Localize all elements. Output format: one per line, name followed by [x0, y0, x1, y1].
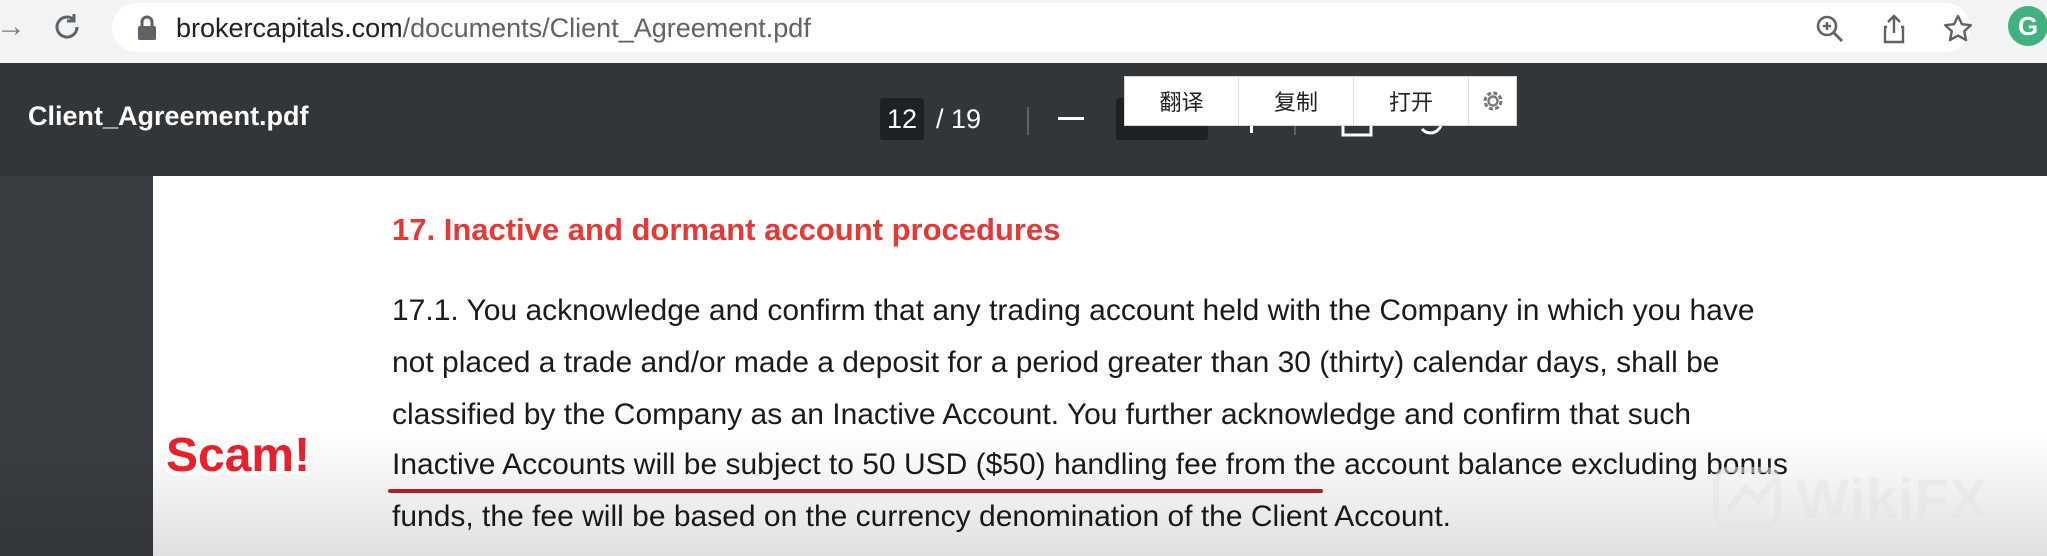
page-number-input[interactable]: 12 — [880, 98, 924, 140]
paragraph-line: 17.1. You acknowledge and confirm that a… — [392, 294, 1755, 327]
copy-button[interactable]: 复制 — [1239, 77, 1354, 125]
paragraph-line: Inactive Accounts will be subject to 50 … — [392, 448, 1788, 481]
scam-label: Scam! — [166, 429, 311, 482]
lock-icon[interactable] — [136, 15, 158, 41]
document-title: Client_Agreement.pdf — [28, 101, 309, 131]
browser-toolbar: → brokercapitals.com/documents/Client_Ag… — [0, 0, 2047, 63]
viewer-background — [0, 176, 153, 556]
zoom-out-icon[interactable] — [1058, 117, 1084, 120]
toolbar-divider — [1027, 107, 1029, 135]
share-icon[interactable] — [1878, 13, 1910, 45]
selection-context-menu: 翻译 复制 打开 — [1124, 76, 1517, 126]
wikifx-logo-icon — [1713, 467, 1781, 529]
page-total: / 19 — [936, 104, 982, 134]
paragraph-line: not placed a trade and/or made a deposit… — [392, 346, 1720, 379]
pdf-toolbar: Client_Agreement.pdf 12 / 19 — [0, 63, 2047, 176]
url-path: /documents/Client_Agreement.pdf — [402, 13, 811, 43]
translate-button[interactable]: 翻译 — [1125, 77, 1239, 125]
paragraph-line: classified by the Company as an Inactive… — [392, 398, 1692, 431]
highlight-underline — [388, 489, 1323, 493]
url-text[interactable]: brokercapitals.com/documents/Client_Agre… — [176, 11, 811, 45]
address-bar[interactable]: brokercapitals.com/documents/Client_Agre… — [112, 3, 1972, 52]
bookmark-star-icon[interactable] — [1942, 13, 1974, 45]
watermark-text: WikiFX — [1796, 466, 1989, 530]
section-heading: 17. Inactive and dormant account procedu… — [392, 212, 1061, 247]
reload-icon[interactable] — [50, 10, 84, 44]
zoom-icon[interactable] — [1814, 13, 1846, 45]
forward-icon[interactable]: → — [0, 12, 26, 42]
open-button[interactable]: 打开 — [1354, 77, 1469, 125]
wikifx-watermark: WikiFX — [1712, 462, 1988, 534]
settings-button[interactable] — [1469, 77, 1516, 125]
grammarly-extension-icon[interactable]: G — [2008, 6, 2047, 46]
paragraph-line: funds, the fee will be based on the curr… — [392, 500, 1451, 533]
gear-icon — [1483, 91, 1502, 111]
url-domain: brokercapitals.com — [176, 13, 403, 43]
